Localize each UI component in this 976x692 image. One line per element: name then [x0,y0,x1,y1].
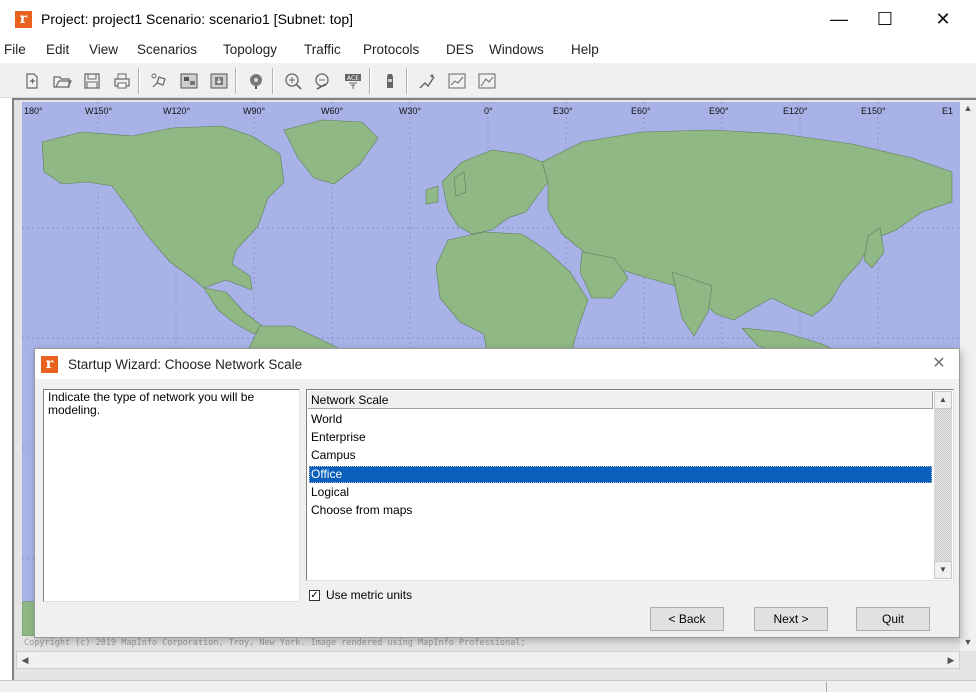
list-item-office[interactable]: Office [309,466,932,483]
status-bar [0,680,976,692]
metric-units-label[interactable]: Use metric units [326,588,412,602]
list-item-choose-from-maps[interactable]: Choose from maps [309,502,932,519]
list-scroll-up-icon[interactable]: ▲ [934,391,952,409]
check-links-icon[interactable] [244,69,268,93]
map-horizontal-scrollbar[interactable]: ◀ ▶ [16,651,960,669]
save-icon[interactable] [80,69,104,93]
metric-units-option[interactable]: ✓ Use metric units [309,587,412,603]
import-icon[interactable] [207,69,231,93]
menu-file[interactable]: File [4,42,26,57]
menu-help[interactable]: Help [571,42,599,57]
zoom-out-icon[interactable] [311,69,335,93]
longitude-label: 180° [24,106,43,116]
toolbar-separator [235,68,237,94]
svg-text:ACE: ACE [347,75,359,82]
status-segment [826,682,966,692]
longitude-label: E120° [783,106,808,116]
menu-topology[interactable]: Topology [223,42,277,57]
longitude-label: E150° [861,106,886,116]
longitude-label: W60° [321,106,344,116]
longitude-label: W90° [243,106,266,116]
menu-traffic[interactable]: Traffic [304,42,341,57]
menu-scenarios[interactable]: Scenarios [137,42,197,57]
dialog-title: Startup Wizard: Choose Network Scale [68,357,303,372]
list-item-world[interactable]: World [309,411,932,428]
description-panel: Indicate the type of network you will be… [43,389,300,602]
back-button[interactable]: < Back [650,607,724,631]
maximize-button[interactable]: ☐ [862,0,908,38]
app-logo-icon: r [15,11,32,28]
map-copyright: Copyright (c) 2019 MapInfo Corporation, … [24,638,526,648]
list-scroll-down-icon[interactable]: ▼ [934,561,952,579]
toolbar-separator [406,68,408,94]
list-item-enterprise[interactable]: Enterprise [309,429,932,446]
longitude-label: E90° [709,106,729,116]
minimize-button[interactable]: — [816,0,862,38]
view-results-icon[interactable] [415,69,439,93]
menu-bar: File Edit View Scenarios Topology Traffi… [0,38,976,62]
quit-button[interactable]: Quit [856,607,930,631]
dialog-close-button[interactable]: ✕ [927,352,951,376]
show-graphs-icon[interactable] [475,69,499,93]
open-folder-icon[interactable] [50,69,74,93]
window-title: Project: project1 Scenario: scenario1 [S… [41,11,354,27]
ace-icon[interactable]: ACE [341,69,365,93]
zoom-in-icon[interactable] [281,69,305,93]
longitude-label: E1 [942,106,954,116]
run-simulation-icon[interactable] [378,69,402,93]
next-button[interactable]: Next > [754,607,828,631]
menu-protocols[interactable]: Protocols [363,42,419,57]
network-scale-list[interactable]: Network Scale World Enterprise Campus Of… [306,389,954,581]
hide-graphs-icon[interactable] [445,69,469,93]
startup-wizard-dialog: r Startup Wizard: Choose Network Scale ✕… [34,348,960,638]
list-scrollbar[interactable]: ▲ ▼ [934,391,952,579]
toolbar-separator [369,68,371,94]
configure-traffic-icon[interactable] [177,69,201,93]
print-icon[interactable] [110,69,134,93]
list-item-campus[interactable]: Campus [309,447,932,464]
menu-view[interactable]: View [89,42,118,57]
longitude-label: W120° [163,106,191,116]
longitude-label: E30° [553,106,573,116]
longitude-label: W150° [85,106,113,116]
menu-edit[interactable]: Edit [46,42,69,57]
title-bar: r Project: project1 Scenario: scenario1 … [0,0,976,38]
menu-des[interactable]: DES [446,42,474,57]
metric-units-checkbox[interactable]: ✓ [309,589,320,601]
longitude-label: 0° [484,106,493,116]
scroll-down-icon[interactable]: ▼ [960,634,976,650]
scroll-right-icon[interactable]: ▶ [943,652,959,668]
description-text: Indicate the type of network you will be… [48,390,255,417]
app-logo-icon: r [41,356,58,373]
map-vertical-scrollbar[interactable]: ▲ ▼ [960,100,976,651]
toolbar-separator [138,68,140,94]
scroll-left-icon[interactable]: ◀ [17,652,33,668]
close-window-button[interactable]: ✕ [920,0,966,38]
list-header[interactable]: Network Scale [308,391,933,409]
toolbar-separator [272,68,274,94]
new-project-icon[interactable] [20,69,44,93]
dialog-title-bar: r Startup Wizard: Choose Network Scale ✕ [35,349,959,379]
scroll-up-icon[interactable]: ▲ [960,100,976,116]
list-item-logical[interactable]: Logical [309,484,932,501]
longitude-label: W30° [399,106,422,116]
object-palette-icon[interactable] [147,69,171,93]
longitude-label: E60° [631,106,651,116]
toolbar: ACE [0,62,976,98]
menu-windows[interactable]: Windows [489,42,544,57]
